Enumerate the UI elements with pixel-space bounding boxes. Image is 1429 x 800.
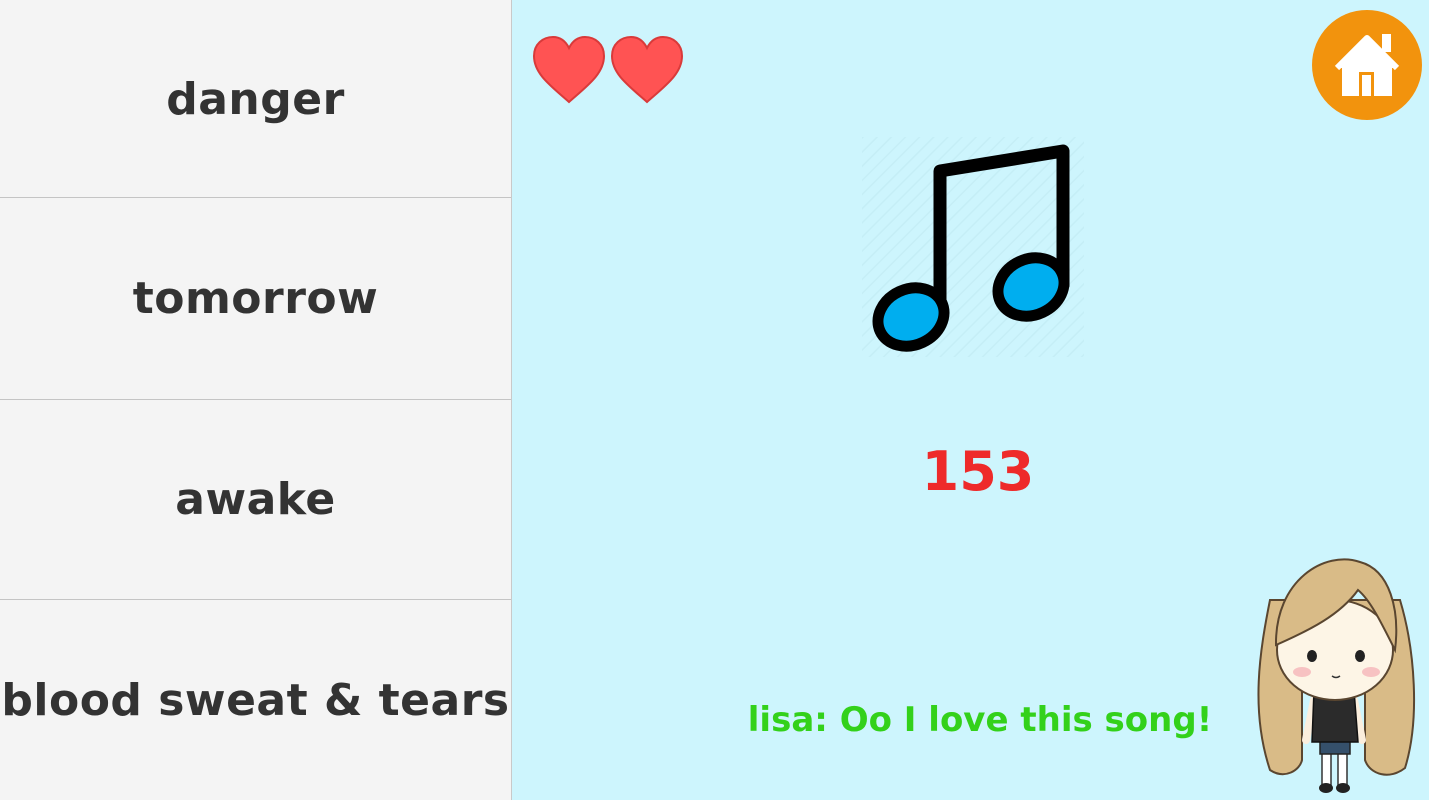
answer-option-3[interactable]: awake bbox=[0, 400, 511, 600]
answer-option-1[interactable]: danger bbox=[0, 0, 511, 198]
chibi-girl-avatar bbox=[1257, 558, 1416, 793]
home-button[interactable] bbox=[1312, 10, 1422, 120]
heart-icon bbox=[610, 35, 684, 104]
music-note-icon bbox=[862, 137, 1084, 357]
answer-option-4[interactable]: blood sweat & tears bbox=[0, 600, 511, 800]
answer-option-2[interactable]: tomorrow bbox=[0, 198, 511, 400]
score-counter: 153 bbox=[921, 440, 1035, 503]
home-icon bbox=[1334, 34, 1400, 96]
answer-panel: danger tomorrow awake blood sweat & tear… bbox=[0, 0, 512, 800]
heart-icon bbox=[532, 35, 606, 104]
character-dialogue: lisa: Oo I love this song! bbox=[747, 700, 1213, 740]
